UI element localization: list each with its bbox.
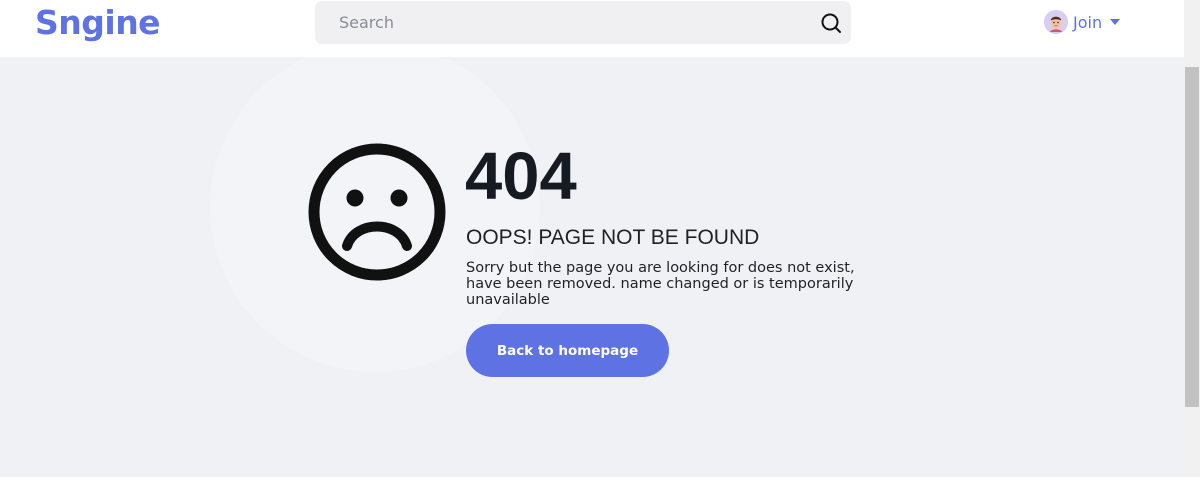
top-navbar: Sngine Join xyxy=(0,0,1184,57)
error-title: OOPS! PAGE NOT BE FOUND xyxy=(466,226,760,249)
error-page-content: 404 OOPS! PAGE NOT BE FOUND Sorry but th… xyxy=(0,57,1184,477)
error-message: Sorry but the page you are looking for d… xyxy=(466,260,855,308)
error-code: 404 xyxy=(465,139,577,214)
avatar xyxy=(1044,10,1068,34)
sad-face-icon xyxy=(308,143,446,281)
vertical-scrollbar[interactable] xyxy=(1184,0,1200,477)
caret-down-icon[interactable] xyxy=(1110,19,1121,25)
back-to-homepage-button[interactable]: Back to homepage xyxy=(466,324,669,377)
join-label[interactable]: Join xyxy=(1073,13,1102,32)
user-menu-dropdown[interactable]: Join xyxy=(1044,8,1121,36)
page: Sngine Join xyxy=(0,0,1200,477)
scrollbar-thumb[interactable] xyxy=(1185,67,1199,407)
search-input[interactable] xyxy=(315,1,795,44)
search-box xyxy=(315,1,851,44)
search-icon[interactable] xyxy=(820,12,842,34)
site-logo[interactable]: Sngine xyxy=(35,1,161,45)
